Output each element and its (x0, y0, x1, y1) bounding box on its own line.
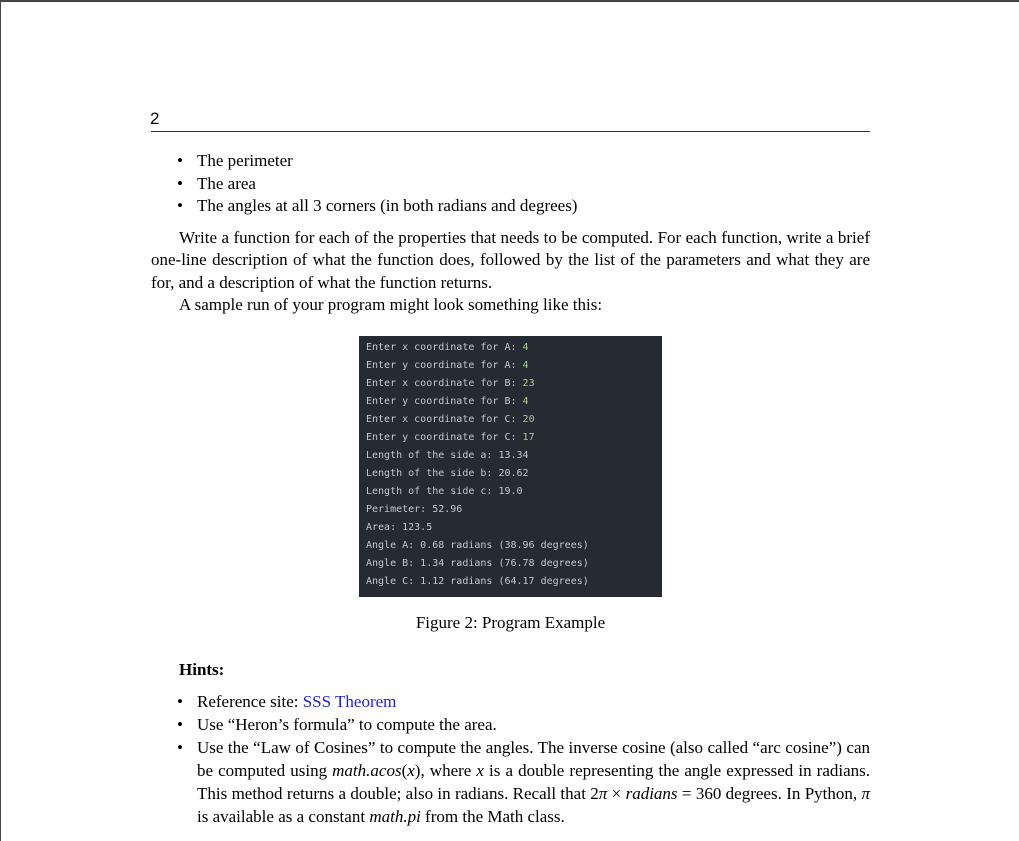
terminal-output-line: Angle B: 1.34 radians (76.78 degrees) (366, 558, 589, 569)
hints-list: • Reference site: SSS Theorem • Use “Heron… (151, 690, 870, 828)
bullet-icon: • (177, 715, 183, 734)
terminal-input-value: 4 (522, 360, 529, 371)
math-pi: math.pi (369, 807, 421, 826)
figure-caption: Figure 2: Program Example (415, 613, 606, 632)
body-text: • The perimeter • The area • The angles at … (151, 150, 870, 317)
terminal-input-value: 4 (522, 396, 529, 407)
list-item: • Reference site: SSS Theorem (177, 692, 397, 711)
terminal-output-line: Length of the side c: 19.0 (366, 486, 523, 497)
bullet-icon: • (177, 151, 183, 170)
sample-intro: A sample run of your program might look … (179, 295, 603, 314)
list-item: • Use “Heron’s formula” to compute the ar… (177, 715, 497, 734)
terminal-output-line: Area: 123.5 (366, 522, 433, 533)
terminal-prompt: Enter y coordinate for C: (366, 432, 523, 443)
terminal-output-line: Angle A: 0.68 radians (38.96 degrees) (366, 540, 589, 551)
sss-theorem-link[interactable]: SSS Theorem (303, 692, 397, 711)
properties-list: • The perimeter • The area • The angles at … (151, 150, 870, 218)
bullet-icon: • (177, 196, 183, 215)
hints-title: Hints: (179, 660, 225, 679)
bullet-icon: • (177, 738, 183, 757)
terminal-output-line: Length of the side a: 13.34 (366, 450, 529, 461)
list-item: • The perimeter (151, 150, 870, 173)
terminal-output: Enter x coordinate for A: 4 Enter y coord… (359, 336, 662, 597)
window-top-border (0, 0, 1019, 2)
header-rule (151, 131, 870, 132)
terminal-input-line: Enter x coordinate for B: 23 (366, 375, 662, 393)
terminal-input-value: 23 (522, 378, 535, 389)
terminal-output-line: Perimeter: 52.96 (366, 504, 463, 515)
terminal-input-line: Enter x coordinate for C: 20 (366, 411, 662, 429)
bullet-icon: • (177, 173, 183, 193)
terminal-prompt: Enter x coordinate for C: (366, 414, 523, 425)
terminal-input-value: 17 (522, 432, 535, 443)
terminal-input-line: Enter y coordinate for A: 4 (366, 357, 662, 375)
bullet-icon: • (177, 692, 183, 711)
hints-section: • Reference site: SSS Theorem • Use “Heron… (151, 690, 870, 828)
terminal-prompt: Enter y coordinate for A: (366, 360, 523, 371)
list-item: • The angles at all 3 corners (in both ra… (151, 195, 870, 218)
page-number: 2 (150, 109, 160, 128)
instructions-paragraph: Write a function for each of the propert… (151, 227, 870, 292)
list-item: • The area (151, 173, 870, 196)
terminal-output-line: Length of the side b: 20.62 (366, 468, 529, 479)
terminal-output-line: Angle C: 1.12 radians (64.17 degrees) (366, 576, 589, 587)
terminal-input-line: Enter x coordinate for A: 4 (366, 339, 662, 357)
math-acos: math.acos (332, 761, 402, 780)
terminal-prompt: Enter y coordinate for B: (366, 396, 523, 407)
terminal-input-value: 20 (522, 414, 535, 425)
terminal-prompt: Enter x coordinate for B: (366, 378, 523, 389)
terminal-input-line: Enter y coordinate for B: 4 (366, 393, 662, 411)
window-left-border (0, 0, 1, 841)
terminal-input-line: Enter y coordinate for C: 17 (366, 429, 662, 447)
terminal-input-value: 4 (522, 342, 529, 353)
terminal-prompt: Enter x coordinate for A: (366, 342, 523, 353)
list-item: • Use the “Law of Cosines” to compute the… (177, 738, 871, 826)
